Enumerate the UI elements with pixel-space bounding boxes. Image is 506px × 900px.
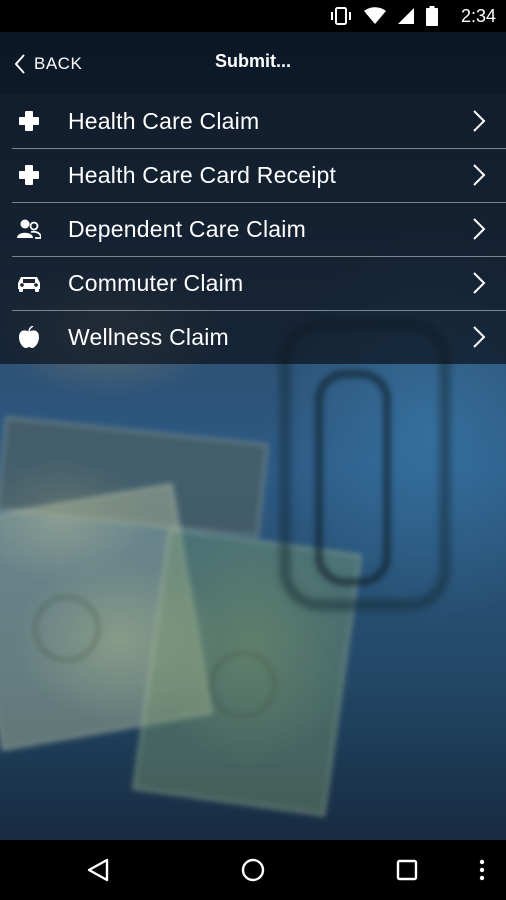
car-icon	[16, 270, 42, 296]
menu-item-commuter-claim[interactable]: Commuter Claim	[0, 256, 506, 310]
menu-item-label: Health Care Claim	[68, 107, 260, 134]
status-time: 2:34	[460, 6, 496, 26]
plus-icon	[16, 108, 42, 134]
plus-icon	[16, 162, 42, 188]
chevron-right-icon	[473, 272, 486, 294]
apple-icon	[16, 324, 42, 350]
claim-menu: Health Care Claim Health Care Card Recei…	[0, 94, 506, 364]
menu-item-label: Wellness Claim	[68, 323, 229, 350]
chevron-right-icon	[473, 110, 486, 132]
menu-item-wellness-claim[interactable]: Wellness Claim	[0, 310, 506, 364]
menu-item-health-care-card-receipt[interactable]: Health Care Card Receipt	[0, 148, 506, 202]
wifi-icon	[364, 7, 386, 24]
menu-item-dependent-care-claim[interactable]: Dependent Care Claim	[0, 202, 506, 256]
chevron-right-icon	[473, 218, 486, 240]
menu-item-label: Commuter Claim	[68, 269, 244, 296]
app-screen: 2:34 BACK Submit... Health Care Claim He…	[0, 0, 506, 900]
overflow-menu-icon	[479, 859, 485, 881]
battery-icon	[426, 6, 438, 26]
home-circle-icon	[241, 858, 265, 882]
status-icons	[330, 6, 438, 26]
back-triangle-icon	[87, 858, 109, 882]
status-bar: 2:34	[0, 0, 506, 32]
nav-overflow-button[interactable]	[466, 854, 498, 886]
signal-icon	[398, 8, 414, 24]
page-title: Submit...	[215, 51, 291, 71]
chevron-right-icon	[473, 326, 486, 348]
background-chain	[315, 370, 391, 586]
nav-home-button[interactable]	[237, 854, 269, 886]
vibrate-icon	[331, 7, 351, 25]
people-icon	[16, 216, 42, 242]
nav-back-button[interactable]	[82, 854, 114, 886]
chevron-right-icon	[473, 164, 486, 186]
recents-square-icon	[396, 859, 418, 881]
header-bar: BACK Submit...	[0, 32, 506, 94]
menu-item-label: Health Care Card Receipt	[68, 161, 337, 188]
system-nav-bar	[0, 840, 506, 900]
nav-recents-button[interactable]	[391, 854, 423, 886]
menu-item-label: Dependent Care Claim	[68, 215, 306, 242]
menu-item-health-care-claim[interactable]: Health Care Claim	[0, 94, 506, 148]
